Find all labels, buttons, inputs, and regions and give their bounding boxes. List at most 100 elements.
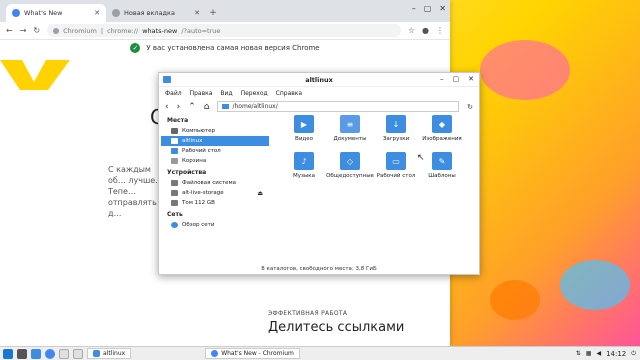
menu-edit[interactable]: Правка [190, 90, 213, 97]
pictures-folder-icon: ◆ [432, 115, 452, 133]
menu-help[interactable]: Справка [276, 90, 302, 97]
folder-item[interactable]: ♪ Музыка [281, 152, 327, 179]
folder-label: Загрузки [382, 136, 410, 142]
public-folder-icon: ◇ [340, 152, 360, 170]
bookmark-star-icon[interactable]: ☆ [408, 26, 415, 35]
close-icon[interactable]: ✕ [94, 9, 100, 17]
workspace-icon[interactable] [59, 348, 69, 359]
desktop-icon [171, 148, 178, 154]
folder-label: Рабочий стол [376, 173, 416, 179]
sidebar-header-devices: Устройства [167, 169, 207, 176]
folder-item[interactable]: ≡ Документы [327, 115, 373, 142]
close-icon[interactable]: ✕ [468, 75, 474, 83]
forward-icon[interactable]: → [20, 26, 27, 35]
folder-item[interactable]: ◇ Общедоступные [326, 152, 374, 179]
folder-icon [222, 104, 230, 109]
new-tab-button[interactable]: + [206, 4, 220, 22]
path-text: /home/altlinux/ [232, 103, 278, 110]
desktop-folder-icon: ▭ [386, 152, 406, 170]
sidebar-item-computer[interactable]: Компьютер [161, 126, 269, 136]
site-info-icon[interactable] [53, 27, 60, 34]
window-controls: – ▢ ✕ [412, 4, 446, 13]
back-icon[interactable]: ‹ [165, 102, 169, 112]
taskbar: altlinux What's New - Chromium ⇅ ▦ ◀ 14:… [0, 346, 640, 360]
minimize-icon[interactable]: – [440, 75, 444, 83]
globe-icon [112, 9, 120, 17]
power-icon[interactable]: ⏻ [631, 350, 636, 358]
reload-icon[interactable]: ↻ [467, 103, 473, 111]
task-label: altlinux [103, 350, 126, 357]
sidebar-item-home[interactable]: altlinux [161, 136, 269, 146]
close-icon[interactable]: ✕ [439, 4, 446, 13]
sidebar-item-live-storage[interactable]: alt-live-storage ⏏ [161, 188, 269, 198]
up-icon[interactable]: ⌃ [188, 102, 196, 112]
folder-item[interactable]: ↓ Загрузки [373, 115, 419, 142]
folder-label: Общедоступные [326, 173, 374, 179]
back-icon[interactable]: ← [6, 26, 13, 35]
folder-label: Музыка [293, 173, 315, 179]
tab-whats-new[interactable]: What's New ✕ [6, 4, 106, 22]
mouse-cursor-icon: ↖ [417, 153, 425, 163]
eject-icon[interactable]: ⏏ [257, 190, 263, 197]
url-prefix: chrome:// [107, 26, 139, 35]
minimize-icon[interactable]: – [412, 4, 416, 13]
maximize-icon[interactable]: ▢ [424, 4, 432, 13]
file-manager-icon[interactable] [31, 348, 41, 359]
sidebar-item-label: Корзина [182, 158, 207, 164]
menu-view[interactable]: Вид [220, 90, 232, 97]
path-field[interactable]: /home/altlinux/ [217, 101, 460, 112]
tab-new-tab[interactable]: Новая вкладка ✕ [106, 4, 206, 22]
profile-icon[interactable]: ● [422, 26, 429, 35]
network-icon[interactable]: ⇅ [576, 350, 581, 357]
url-rest: /?auto=true [181, 26, 221, 35]
sidebar-item-label: altlinux [182, 138, 203, 144]
folder-item[interactable]: ▶ Видео [281, 115, 327, 142]
menu-file[interactable]: Файл [165, 90, 182, 97]
downloads-folder-icon: ↓ [386, 115, 406, 133]
folder-item[interactable]: ▭ Рабочий стол [373, 152, 419, 179]
taskbar-item-file-manager[interactable]: altlinux [87, 348, 132, 359]
taskbar-item-browser[interactable]: What's New - Chromium [205, 348, 300, 359]
start-menu-icon[interactable] [3, 348, 13, 359]
folder-label: Изображения [422, 136, 462, 142]
sidebar-item-volume[interactable]: Том 112 GB [161, 198, 269, 208]
tab-label: Новая вкладка [124, 9, 175, 17]
tab-label: What's New [24, 9, 63, 17]
section-title: Делитесь ссылками [268, 320, 405, 335]
browser-toolbar: ← → ↻ Chromium | chrome://whats-new/?aut… [0, 22, 450, 40]
clock[interactable]: 14:12 [606, 350, 626, 358]
documents-folder-icon: ≡ [340, 115, 360, 133]
maximize-icon[interactable]: ▢ [453, 75, 460, 83]
sidebar-item-filesystem[interactable]: Файловая система [161, 178, 269, 188]
home-icon[interactable]: ⌂ [204, 102, 210, 112]
folder-label: Шаблоны [428, 173, 456, 179]
sidebar-item-trash[interactable]: Корзина [161, 156, 269, 166]
wallpaper-splash [490, 280, 540, 320]
title-bar[interactable]: altlinux – ▢ ✕ [159, 73, 479, 87]
chromium-icon[interactable] [45, 348, 55, 359]
templates-folder-icon: ✎ [432, 152, 452, 170]
sidebar-item-browse-network[interactable]: Обзор сети [161, 220, 269, 230]
section-label: ЭФФЕКТИВНАЯ РАБОТА [268, 310, 348, 317]
window-title: altlinux [305, 75, 333, 84]
forward-icon[interactable]: › [177, 102, 181, 112]
workspace-icon[interactable] [73, 348, 83, 359]
file-manager-window: altlinux – ▢ ✕ Файл Правка Вид Переход С… [158, 72, 480, 275]
sidebar: Места Компьютер altlinux Рабочий стол Ко… [161, 114, 269, 230]
folder-item[interactable]: ✎ Шаблоны [419, 152, 465, 179]
folder-item[interactable]: ◆ Изображения [419, 115, 465, 142]
menu-icon[interactable]: ⋮ [436, 26, 444, 35]
close-icon[interactable]: ✕ [194, 9, 200, 17]
reload-icon[interactable]: ↻ [33, 26, 40, 35]
system-tray: ⇅ ▦ ◀ 14:12 ⏻ [576, 350, 640, 358]
keyboard-layout-icon[interactable]: ▦ [586, 350, 592, 357]
computer-icon [171, 128, 178, 134]
menu-go[interactable]: Переход [241, 90, 268, 97]
address-bar[interactable]: Chromium | chrome://whats-new/?auto=true [47, 24, 401, 37]
sidebar-header-network: Сеть [167, 211, 183, 218]
terminal-icon[interactable] [17, 348, 27, 359]
check-icon: ✓ [130, 43, 141, 53]
chromium-icon [12, 9, 20, 17]
volume-icon[interactable]: ◀ [596, 350, 601, 357]
sidebar-item-desktop[interactable]: Рабочий стол [161, 146, 269, 156]
